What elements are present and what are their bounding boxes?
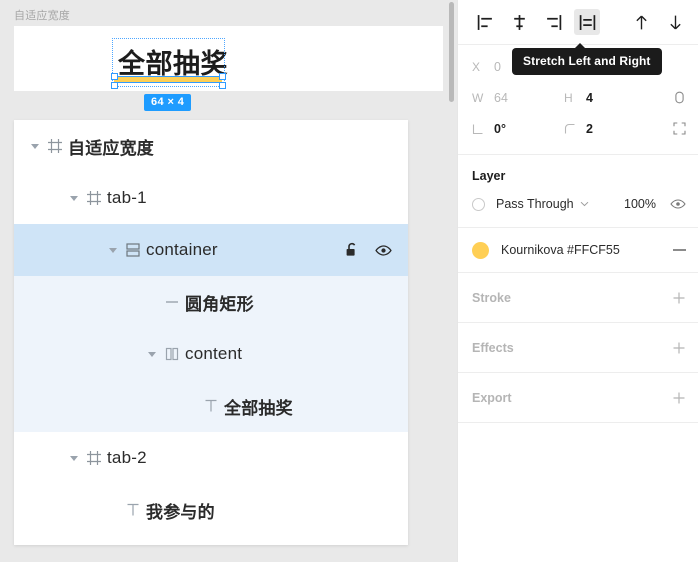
canvas-scrollbar[interactable] bbox=[449, 2, 454, 102]
align-left-icon[interactable] bbox=[472, 9, 498, 35]
corner-radius-value[interactable]: 2 bbox=[586, 122, 593, 136]
layer-tree-row-label: 自适应宽度 bbox=[68, 138, 154, 158]
independent-corners-icon[interactable] bbox=[673, 122, 686, 135]
caret-spacer bbox=[145, 295, 159, 309]
layer-tree-row[interactable]: 圆角矩形 bbox=[14, 276, 408, 328]
alignment-toolbar[interactable] bbox=[458, 0, 698, 45]
x-label: X bbox=[472, 59, 481, 74]
layer-tree-row[interactable]: content bbox=[14, 328, 408, 380]
section-label: Export bbox=[472, 390, 512, 405]
expand-collapse-caret-icon[interactable] bbox=[145, 347, 159, 361]
blend-mode-icon bbox=[472, 197, 485, 211]
stretch-left-right-icon[interactable] bbox=[574, 9, 600, 35]
unlock-icon[interactable] bbox=[345, 242, 360, 258]
auto-layout-vertical-icon bbox=[120, 242, 146, 258]
collapsed-sections[interactable]: Stroke Effects Export bbox=[458, 273, 698, 423]
blend-mode-value[interactable]: Pass Through bbox=[496, 197, 574, 211]
layer-tree-row[interactable]: 自适应宽度 bbox=[14, 120, 408, 172]
properties-panel[interactable]: Stretch Left and Right X 0 Y W 64 bbox=[457, 0, 698, 562]
size-badge: 64 × 4 bbox=[144, 94, 192, 111]
rotation-field[interactable]: 0° bbox=[472, 122, 564, 136]
expand-collapse-caret-icon[interactable] bbox=[28, 139, 42, 153]
layer-row-actions bbox=[345, 224, 392, 276]
add-effect-button[interactable] bbox=[672, 341, 686, 355]
auto-layout-horizontal-icon bbox=[159, 346, 185, 362]
chevron-down-icon[interactable] bbox=[580, 201, 589, 207]
frame-icon bbox=[81, 190, 107, 206]
layer-tree-row[interactable]: tab-1 bbox=[14, 172, 408, 224]
layer-section-title: Layer bbox=[472, 169, 506, 183]
align-horizontal-center-icon[interactable] bbox=[506, 9, 532, 35]
move-up-icon[interactable] bbox=[628, 9, 654, 35]
caret-spacer bbox=[184, 399, 198, 413]
section-effects[interactable]: Effects bbox=[458, 323, 698, 373]
text-icon bbox=[120, 502, 146, 518]
tooltip: Stretch Left and Right bbox=[512, 43, 662, 75]
rotation-icon bbox=[472, 123, 494, 135]
artboard[interactable] bbox=[14, 26, 443, 91]
layer-tree-row[interactable]: 全部抽奖 bbox=[14, 380, 408, 432]
width-field[interactable]: W 64 bbox=[472, 91, 564, 105]
width-label: W bbox=[472, 90, 484, 105]
resize-handle-bottom-right[interactable] bbox=[219, 82, 226, 89]
rotation-value[interactable]: 0° bbox=[494, 122, 506, 136]
layer-tree-row[interactable]: container bbox=[14, 224, 408, 276]
resize-handle-top-right[interactable] bbox=[219, 73, 226, 80]
section-export[interactable]: Export bbox=[458, 373, 698, 423]
width-value[interactable]: 64 bbox=[494, 91, 508, 105]
section-label: Effects bbox=[472, 340, 514, 355]
x-value[interactable]: 0 bbox=[494, 60, 501, 74]
move-down-icon[interactable] bbox=[662, 9, 688, 35]
caret-spacer bbox=[106, 503, 120, 517]
frame-icon bbox=[81, 450, 107, 466]
layer-tree-row[interactable]: tab-2 bbox=[14, 432, 408, 484]
canvas-area[interactable]: 自适应宽度 全部抽奖 64 × 4 自适应宽度 tab-1 container 圆角矩… bbox=[0, 0, 457, 562]
height-label: H bbox=[564, 90, 573, 105]
rectangle-icon bbox=[159, 294, 185, 310]
eye-icon[interactable] bbox=[670, 198, 686, 210]
text-icon bbox=[198, 398, 224, 414]
layer-tree-row-label: tab-1 bbox=[107, 188, 147, 207]
figma-editor-window: 自适应宽度 全部抽奖 64 × 4 自适应宽度 tab-1 container 圆角矩… bbox=[0, 0, 698, 562]
section-stroke[interactable]: Stroke bbox=[458, 273, 698, 323]
wh-row[interactable]: W 64 H 4 bbox=[472, 82, 686, 113]
remove-fill-button[interactable] bbox=[673, 249, 686, 251]
layer-tree-row-label: tab-2 bbox=[107, 448, 147, 467]
fill-color-swatch[interactable] bbox=[472, 241, 489, 259]
expand-collapse-caret-icon[interactable] bbox=[67, 451, 81, 465]
layer-section[interactable]: Layer Pass Through 100% Kournikova #FFCF… bbox=[458, 155, 698, 273]
resize-handle-top-left[interactable] bbox=[111, 73, 118, 80]
layer-tree-row-label: 全部抽奖 bbox=[224, 398, 293, 418]
expand-collapse-caret-icon[interactable] bbox=[67, 191, 81, 205]
eye-icon[interactable] bbox=[375, 244, 392, 257]
corner-radius-icon bbox=[564, 123, 586, 135]
frame-icon bbox=[42, 138, 68, 154]
corner-radius-field[interactable]: 2 bbox=[564, 122, 656, 136]
layer-tree-row-label: 圆角矩形 bbox=[185, 294, 254, 314]
section-label: Stroke bbox=[472, 290, 511, 305]
fill-row[interactable]: Kournikova #FFCF55 bbox=[458, 228, 698, 273]
layer-tree-row[interactable]: 我参与的 bbox=[14, 484, 408, 536]
add-stroke-button[interactable] bbox=[672, 291, 686, 305]
align-right-icon[interactable] bbox=[540, 9, 566, 35]
expand-collapse-caret-icon[interactable] bbox=[106, 243, 120, 257]
layer-tree-row-label: 我参与的 bbox=[146, 502, 215, 522]
opacity-value[interactable]: 100% bbox=[624, 197, 656, 211]
add-export-button[interactable] bbox=[672, 391, 686, 405]
resize-handle-bottom-left[interactable] bbox=[111, 82, 118, 89]
selected-rectangle-shape[interactable] bbox=[114, 76, 222, 83]
height-field[interactable]: H 4 bbox=[564, 91, 656, 105]
height-value[interactable]: 4 bbox=[586, 91, 593, 105]
layer-tree-panel[interactable]: 自适应宽度 tab-1 container 圆角矩形 content 全部抽奖 tab-2 我… bbox=[14, 120, 408, 545]
layer-tree-row-label: container bbox=[146, 240, 218, 259]
fill-color-name[interactable]: Kournikova #FFCF55 bbox=[501, 243, 620, 257]
rotation-corner-row[interactable]: 0° 2 bbox=[472, 113, 686, 144]
blend-mode-row[interactable]: Pass Through 100% bbox=[458, 187, 698, 221]
frame-label[interactable]: 自适应宽度 bbox=[14, 7, 70, 23]
lock-aspect-ratio-icon[interactable] bbox=[673, 91, 686, 105]
layer-tree-row-label: content bbox=[185, 344, 243, 363]
